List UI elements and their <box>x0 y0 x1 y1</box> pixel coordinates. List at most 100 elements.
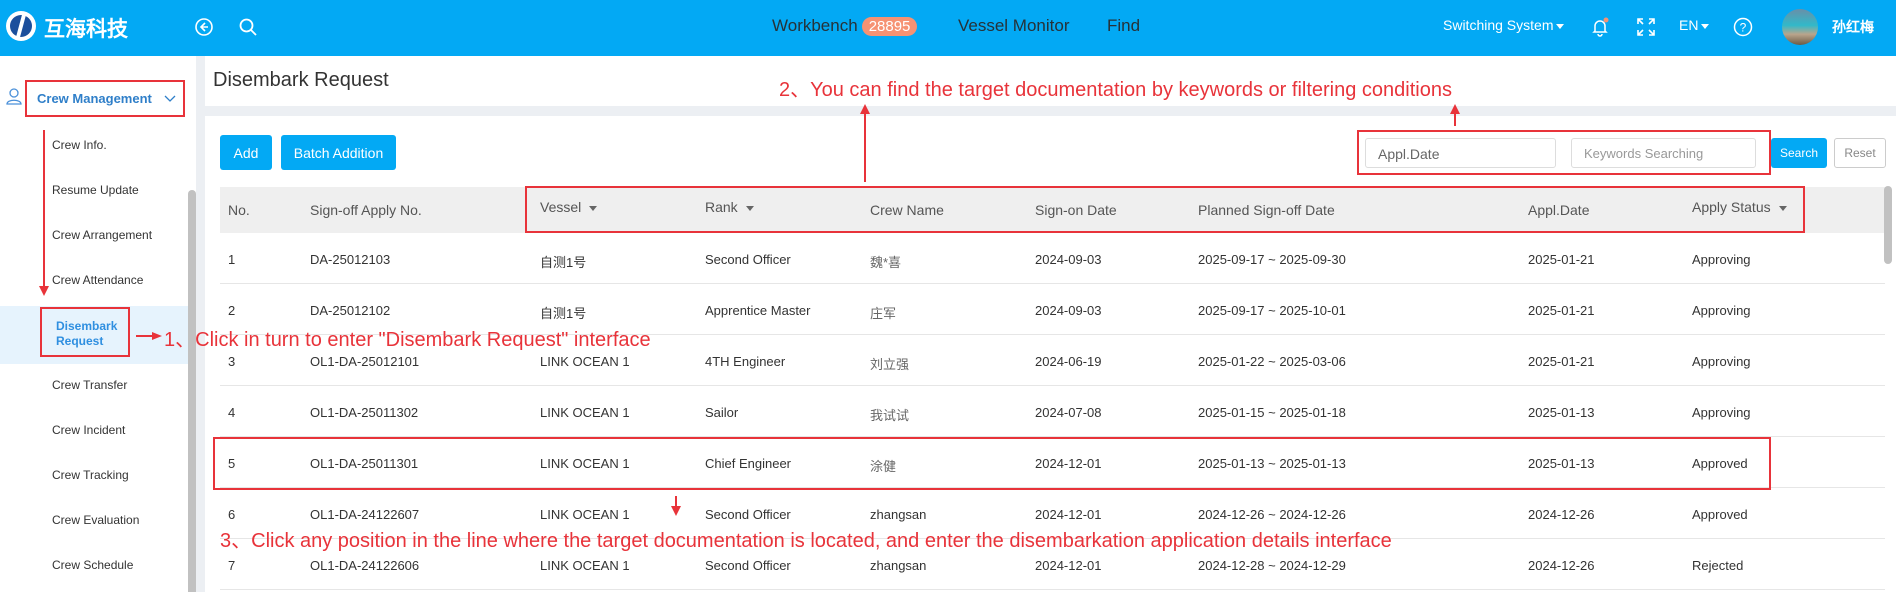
cell-no: 1 <box>228 252 236 267</box>
cell-sign-off-apply-no: DA-25012102 <box>310 303 391 318</box>
cell-apply-status: Approving <box>1692 405 1751 420</box>
sidebar-item-disembark-request[interactable]: Disembark Request <box>40 307 130 357</box>
cell-planned-sign-off-date: 2025-01-15 ~ 2025-01-18 <box>1198 405 1346 420</box>
cell-sign-on-date: 2024-07-08 <box>1035 405 1102 420</box>
annotation-arrow-line <box>1454 112 1456 126</box>
sidebar-item-crew-arrangement[interactable]: Crew Arrangement <box>52 228 152 242</box>
cell-sign-off-apply-no: OL1-DA-24122606 <box>310 558 420 573</box>
cell-planned-sign-off-date: 2024-12-26 ~ 2024-12-26 <box>1198 507 1346 522</box>
cell-planned-sign-off-date: 2025-09-17 ~ 2025-09-30 <box>1198 252 1346 267</box>
table-row[interactable]: 4 OL1-DA-25011302 LINK OCEAN 1 Sailor 我试试 202… <box>220 386 1885 437</box>
reset-button[interactable]: Reset <box>1834 138 1886 168</box>
cell-appl-date: 2025-01-21 <box>1528 303 1595 318</box>
table-scrollbar[interactable] <box>1884 186 1892 264</box>
cell-vessel: LINK OCEAN 1 <box>540 507 630 522</box>
cell-no: 6 <box>228 507 236 522</box>
back-circle-icon[interactable] <box>192 15 216 39</box>
cell-vessel: LINK OCEAN 1 <box>540 405 630 420</box>
keywords-search-input[interactable]: Keywords Searching <box>1571 138 1756 168</box>
nav-workbench-label: Workbench <box>772 16 858 35</box>
cell-rank: Sailor <box>705 405 739 420</box>
sidebar-item-crew-info[interactable]: Crew Info. <box>52 138 107 152</box>
language-dropdown[interactable]: EN <box>1679 17 1710 33</box>
caret-down-icon <box>1556 23 1565 29</box>
cell-crew-name: zhangsan <box>870 507 927 522</box>
search-button[interactable]: Search <box>1771 138 1827 168</box>
target-row-highlight-box <box>213 437 1771 490</box>
cell-planned-sign-off-date: 2024-12-28 ~ 2024-12-29 <box>1198 558 1346 573</box>
annotation-step-3: 3、Click any position in the line where t… <box>220 530 1392 552</box>
nav-vessel-monitor[interactable]: Vessel Monitor <box>958 16 1070 36</box>
cell-crew-name: 刘立强 <box>870 357 910 372</box>
search-icon[interactable] <box>236 15 260 39</box>
cell-appl-date: 2025-01-21 <box>1528 252 1595 267</box>
cell-sign-off-apply-no: OL1-DA-25011302 <box>310 405 419 420</box>
nav-workbench[interactable]: Workbench 28895 <box>772 16 918 36</box>
cell-apply-status: Rejected <box>1692 558 1744 573</box>
sidebar-item-crew-attendance[interactable]: Crew Attendance <box>52 273 143 287</box>
cell-sign-off-apply-no: OL1-DA-24122607 <box>310 507 420 522</box>
cell-vessel: LINK OCEAN 1 <box>540 354 630 369</box>
cell-apply-status: Approving <box>1692 252 1751 267</box>
cell-appl-date: 2025-01-21 <box>1528 354 1595 369</box>
switching-system-dropdown[interactable]: Switching System <box>1443 17 1565 33</box>
cell-planned-sign-off-date: 2025-01-22 ~ 2025-03-06 <box>1198 354 1346 369</box>
switching-system-label: Switching System <box>1443 17 1554 33</box>
cell-rank: Second Officer <box>705 507 791 522</box>
brand-name[interactable]: 互海科技 <box>44 13 128 43</box>
annotation-arrow-down-icon <box>39 286 49 296</box>
cell-no: 2 <box>228 303 236 318</box>
cell-appl-date: 2024-12-26 <box>1528 507 1595 522</box>
sidebar-item-crew-schedule[interactable]: Crew Schedule <box>52 558 133 572</box>
sidebar-item-crew-transfer[interactable]: Crew Transfer <box>52 378 127 392</box>
cell-vessel: 自测1号 <box>540 255 587 270</box>
cell-rank: 4TH Engineer <box>705 354 786 369</box>
appl-date-input[interactable]: Appl.Date <box>1365 138 1556 168</box>
filter-columns-highlight-box <box>525 186 1805 233</box>
cell-crew-name: 魏*喜 <box>870 255 902 270</box>
cell-rank: Second Officer <box>705 252 791 267</box>
table-row[interactable]: 1 DA-25012103 自测1号 Second Officer 魏*喜 2024-09… <box>220 233 1885 284</box>
column-header-sign-off-apply-no: Sign-off Apply No. <box>310 202 422 218</box>
cell-planned-sign-off-date: 2025-09-17 ~ 2025-10-01 <box>1198 303 1346 318</box>
cell-no: 4 <box>228 405 236 420</box>
bell-icon[interactable] <box>1588 15 1612 39</box>
sidebar-item-crew-incident[interactable]: Crew Incident <box>52 423 125 437</box>
user-icon <box>6 87 22 110</box>
sidebar-item-resume-update[interactable]: Resume Update <box>52 183 139 197</box>
annotation-arrow-line <box>136 335 154 337</box>
sidebar-item-crew-evaluation[interactable]: Crew Evaluation <box>52 513 139 527</box>
sidebar-item-crew-tracking[interactable]: Crew Tracking <box>52 468 129 482</box>
cell-vessel: 自测1号 <box>540 306 587 321</box>
workbench-count-badge: 28895 <box>861 17 918 36</box>
cell-vessel: LINK OCEAN 1 <box>540 558 630 573</box>
fullscreen-icon[interactable] <box>1634 15 1658 39</box>
annotation-step-1: 1、Click in turn to enter "Disembark Requ… <box>164 329 651 351</box>
cell-appl-date: 2025-01-13 <box>1528 405 1595 420</box>
cell-sign-on-date: 2024-09-03 <box>1035 303 1102 318</box>
chevron-down-icon <box>164 95 176 102</box>
sidebar-group-crew-management[interactable]: Crew Management <box>25 80 185 117</box>
cell-sign-off-apply-no: DA-25012103 <box>310 252 391 267</box>
cell-sign-on-date: 2024-12-01 <box>1035 507 1102 522</box>
sidebar-scrollbar[interactable] <box>188 190 196 592</box>
cell-crew-name: 庄军 <box>870 306 897 321</box>
annotation-arrow-down-icon <box>671 506 681 516</box>
cell-crew-name: 我试试 <box>870 408 910 423</box>
column-header-no: No. <box>228 202 250 218</box>
annotation-arrow-line <box>864 112 866 182</box>
cell-sign-on-date: 2024-06-19 <box>1035 354 1102 369</box>
help-icon[interactable]: ? <box>1731 15 1755 39</box>
user-name[interactable]: 孙红梅 <box>1832 17 1874 37</box>
company-logo-icon[interactable] <box>6 11 36 41</box>
cell-rank: Apprentice Master <box>705 303 811 318</box>
add-button[interactable]: Add <box>220 135 272 170</box>
cell-apply-status: Approving <box>1692 303 1751 318</box>
nav-find[interactable]: Find <box>1107 16 1140 36</box>
user-avatar[interactable] <box>1782 9 1818 45</box>
caret-down-icon <box>1701 23 1710 29</box>
language-label: EN <box>1679 17 1699 33</box>
cell-no: 3 <box>228 354 236 369</box>
batch-addition-button[interactable]: Batch Addition <box>281 135 396 170</box>
cell-crew-name: zhangsan <box>870 558 927 573</box>
